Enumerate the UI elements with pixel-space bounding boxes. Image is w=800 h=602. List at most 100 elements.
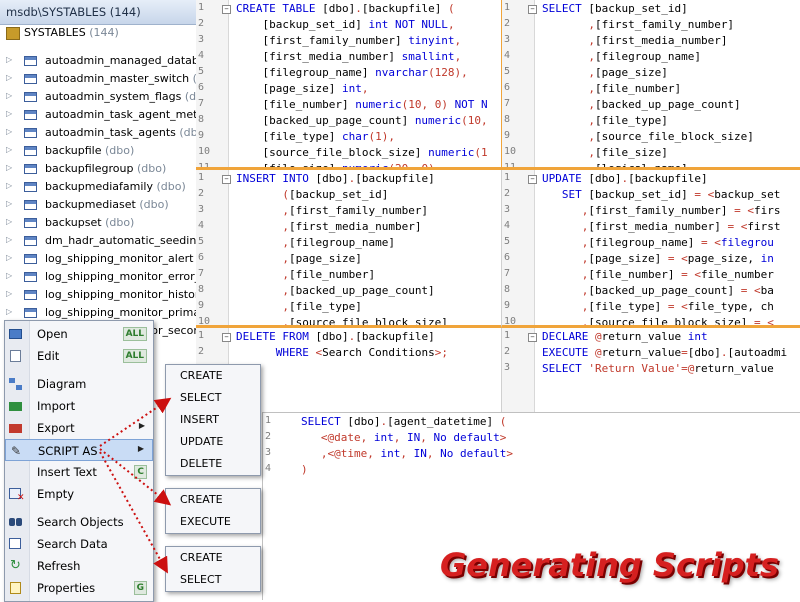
expand-icon[interactable]: ▷ <box>6 109 12 118</box>
code-token: [agent_datetime] <box>387 415 494 428</box>
insert-script-pane[interactable]: 1 2 3 4 5 6 7 8 9 10 − INSERT INTO [dbo].[backupfil… <box>196 170 502 328</box>
line-number: 2 <box>504 188 511 199</box>
code-token: nvarchar <box>375 66 429 79</box>
tree-item[interactable]: ▷ autoadmin_system_flags (dbo) <box>0 88 203 106</box>
execute-script-pane[interactable]: 1 2 3− DECLARE @return_value int EXECUTE @re… <box>502 328 800 414</box>
menu-item-diagram[interactable]: Diagram <box>5 373 153 395</box>
menu-item-open[interactable]: Open ALL <box>5 323 153 345</box>
code-token: ,<@time, <box>320 447 381 460</box>
code-token: , <box>282 300 289 313</box>
tree-item-label: log_shipping_monitor_error_detail <box>45 270 203 283</box>
fold-toggle-icon[interactable]: − <box>222 333 231 342</box>
expand-icon[interactable]: ▷ <box>6 235 12 244</box>
menu-item-export[interactable]: Export ▶ <box>5 417 153 439</box>
tree-item[interactable]: ▷ backupfile (dbo) <box>0 142 203 160</box>
submenu-item-create[interactable]: CREATE <box>166 489 260 511</box>
refresh-icon: ↻ <box>10 558 21 573</box>
tree-item[interactable]: ▷ autoadmin_managed_databases <box>0 52 203 70</box>
code-token: [backed_up_page_count] <box>288 284 435 297</box>
menu-item-refresh[interactable]: ↻ Refresh <box>5 555 153 577</box>
code-token: [backupfile] <box>628 172 708 185</box>
menu-item-import[interactable]: Import <box>5 395 153 417</box>
code-token: = < <box>694 188 715 201</box>
create-table-script-pane[interactable]: 1 2 3 4 5 6 7 8 9 10 11− CREATE TABLE [dbo].[backup… <box>196 0 502 170</box>
tree-item-label: backupmediaset (dbo) <box>45 198 169 211</box>
select-script-pane[interactable]: 1 2 3 4 5 6 7 8 9 10 11− SELECT [backup_set_id] ,[f… <box>502 0 800 170</box>
menu-item-search-data[interactable]: Search Data <box>5 533 153 555</box>
tree-item[interactable]: ▷ backupmediaset (dbo) <box>0 196 203 214</box>
line-number: 3 <box>504 362 511 373</box>
submenu-item-create[interactable]: CREATE <box>166 365 260 387</box>
tree-item[interactable]: ▷ autoadmin_task_agents (dbo) <box>0 124 203 142</box>
expand-icon[interactable]: ▷ <box>6 91 12 100</box>
code-token: [backupfile] <box>355 330 435 343</box>
code-token: [first_family_number] <box>288 204 429 217</box>
menu-item-script-as[interactable]: ✎ SCRIPT AS ▶ <box>5 439 153 461</box>
expand-icon[interactable]: ▷ <box>6 73 12 82</box>
expand-icon[interactable]: ▷ <box>6 145 12 154</box>
tree-item[interactable]: ▷ backupset (dbo) <box>0 214 203 232</box>
menu-item-properties[interactable]: Properties G <box>5 577 153 599</box>
fold-toggle-icon[interactable]: − <box>222 175 231 184</box>
line-number: 2 <box>198 346 205 357</box>
expand-icon[interactable]: ▷ <box>6 181 12 190</box>
code-line: ,[file_type] <box>236 300 361 313</box>
submenu-item-insert[interactable]: INSERT <box>166 409 260 431</box>
tree-root-node[interactable]: SYSTABLES (144) <box>0 24 203 42</box>
table-icon <box>24 182 37 192</box>
fold-toggle-icon[interactable]: − <box>528 5 537 14</box>
menu-item-empty[interactable]: ✕ Empty <box>5 483 153 505</box>
tree-item[interactable]: ▷ log_shipping_monitor_error_detail <box>0 268 203 286</box>
menu-item-search-objects[interactable]: Search Objects <box>5 511 153 533</box>
fold-toggle-icon[interactable]: − <box>528 175 537 184</box>
fold-toggle-icon[interactable]: − <box>222 5 231 14</box>
submenu-item-select[interactable]: SELECT <box>166 387 260 409</box>
tree-item-label: autoadmin_task_agent_metadata <box>45 108 203 121</box>
tree-item[interactable]: ▷ backupmediafamily (dbo) <box>0 178 203 196</box>
submenu-item-update[interactable]: UPDATE <box>166 431 260 453</box>
tree-item[interactable]: ▷ autoadmin_master_switch (dbo) <box>0 70 203 88</box>
expand-icon[interactable]: ▷ <box>6 55 12 64</box>
code-line: WHERE <Search Conditions>; <box>236 346 448 359</box>
diagram-icon <box>8 376 24 392</box>
expand-icon[interactable]: ▷ <box>6 217 12 226</box>
expand-icon[interactable]: ▷ <box>6 127 12 136</box>
code-token: SELECT <box>301 415 348 428</box>
menu-item-edit[interactable]: Edit ALL <box>5 345 153 367</box>
submenu-item-select[interactable]: SELECT <box>166 569 260 591</box>
expand-icon[interactable]: ▷ <box>6 253 12 262</box>
tree-item[interactable]: ▷ backupfilegroup (dbo) <box>0 160 203 178</box>
tree-item[interactable]: ▷ log_shipping_monitor_history_detail <box>0 286 203 304</box>
line-number: 1 <box>198 330 205 341</box>
tree-item[interactable]: ▷ dm_hadr_automatic_seeding_history <box>0 232 203 250</box>
expand-icon[interactable]: ▷ <box>6 199 12 208</box>
expand-icon[interactable]: ▷ <box>6 163 12 172</box>
code-token: [file_type] <box>594 114 668 127</box>
tree-item[interactable]: ▷ autoadmin_task_agent_metadata <box>0 106 203 124</box>
tree-item[interactable]: ▷ log_shipping_monitor_alert (dbo) <box>0 250 203 268</box>
code-line: ,[file_number] = <file_number <box>542 268 774 281</box>
fold-toggle-icon[interactable]: − <box>528 333 537 342</box>
menu-item-insert-text[interactable]: Insert Text C <box>5 461 153 483</box>
code-line: ,[file_type] <box>542 114 668 127</box>
code-token: [dbo] <box>687 346 721 359</box>
code-token: , <box>426 447 441 460</box>
submenu-item-execute[interactable]: EXECUTE <box>166 511 260 533</box>
code-line: ,[file_type] = <file_type, ch <box>542 300 774 313</box>
submenu-item-create[interactable]: CREATE <box>166 547 260 569</box>
submenu-item-delete[interactable]: DELETE <box>166 453 260 475</box>
code-token: (1 <box>474 146 488 159</box>
line-number: 10 <box>504 146 517 157</box>
code-token: [backup_set_id] <box>288 188 389 201</box>
code-token: [first_family_number] <box>236 34 409 47</box>
table-icon <box>24 290 37 300</box>
line-number: 7 <box>198 98 205 109</box>
code-token: [first_family_number] <box>594 18 735 31</box>
update-script-pane[interactable]: 1 2 3 4 5 6 7 8 9 10 − UPDATE [dbo].[backupfile] SE… <box>502 170 800 328</box>
code-line: [page_size] int, <box>236 82 368 95</box>
expand-icon[interactable]: ▷ <box>6 307 12 316</box>
expand-icon[interactable]: ▷ <box>6 271 12 280</box>
expand-icon[interactable]: ▷ <box>6 289 12 298</box>
